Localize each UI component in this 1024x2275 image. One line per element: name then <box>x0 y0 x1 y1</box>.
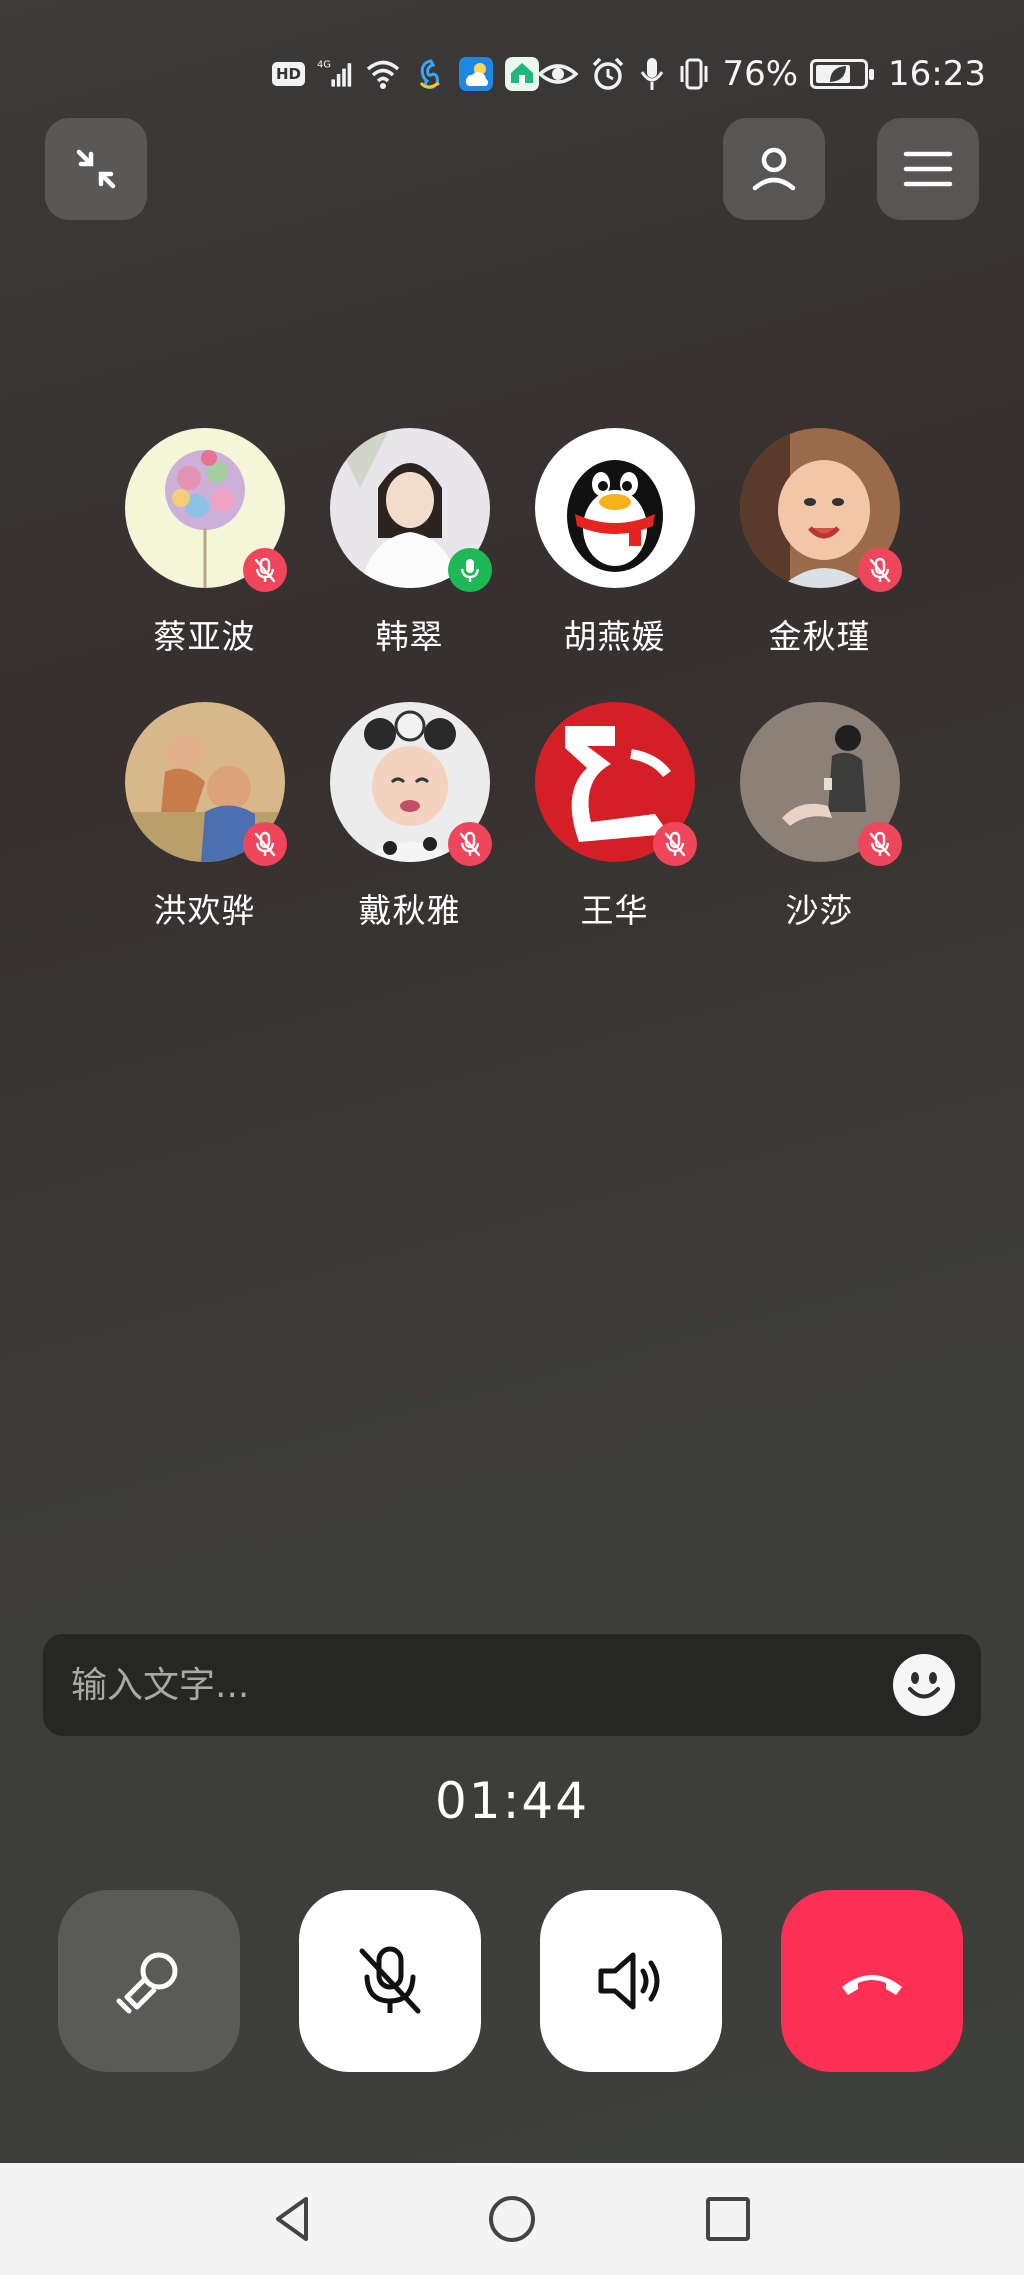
avatar <box>534 428 695 588</box>
participant-name: 韩翠 <box>375 617 444 656</box>
avatar-wrapper <box>124 702 287 866</box>
eye-comfort-icon <box>538 64 579 84</box>
smiley-icon <box>894 1655 954 1715</box>
nav-home-button[interactable] <box>482 2189 542 2249</box>
mic-status-badge <box>242 548 287 592</box>
avatar-wrapper <box>534 702 697 866</box>
avatar-wrapper <box>739 428 902 592</box>
participant-name: 王华 <box>580 891 649 930</box>
speaker-icon <box>598 1952 660 2010</box>
mic-status-badge <box>857 548 902 592</box>
mic-status-badge <box>652 822 697 866</box>
nav-recents-button[interactable] <box>698 2189 758 2249</box>
menu-button[interactable] <box>877 118 979 220</box>
vibrate-icon <box>680 58 708 90</box>
mic-status-badge <box>447 822 492 866</box>
mic-status-badge <box>447 548 492 592</box>
collapse-arrows-icon <box>76 149 116 189</box>
network-label: 4G <box>317 60 331 71</box>
system-navigation-bar <box>0 2163 1024 2275</box>
participant-tile[interactable]: 洪欢骅 <box>102 702 307 932</box>
participant-tile[interactable]: 王华 <box>512 702 717 932</box>
home-app-icon <box>505 57 540 91</box>
call-duration: 01:44 <box>434 1772 590 1830</box>
wifi-icon <box>366 60 400 89</box>
speaker-button[interactable] <box>540 1890 722 2072</box>
mic-muted-icon <box>869 557 890 583</box>
status-left-icons: HD 4G <box>272 56 540 92</box>
emoji-button[interactable] <box>893 1654 955 1716</box>
participant-tile[interactable]: 金秋瑾 <box>717 428 922 658</box>
alarm-icon <box>593 57 624 90</box>
magic-wand-icon <box>116 1952 178 2014</box>
battery-percent: 76% <box>722 54 799 94</box>
nav-back-button[interactable] <box>264 2189 324 2249</box>
participant-name: 金秋瑾 <box>768 617 871 656</box>
avatar-wrapper <box>329 702 492 866</box>
participants-button[interactable] <box>723 118 825 220</box>
participant-name: 胡燕媛 <box>563 617 666 656</box>
call-controls <box>0 1890 1024 2072</box>
participant-tile[interactable]: 蔡亚波 <box>102 428 307 658</box>
circle-home-icon <box>489 2196 535 2242</box>
participant-tile[interactable]: 戴秋雅 <box>307 702 512 932</box>
square-recents-icon <box>706 2197 750 2241</box>
avatar-wrapper <box>534 428 695 588</box>
mic-active-icon <box>460 559 479 582</box>
participant-name: 蔡亚波 <box>153 617 256 656</box>
phone-hangup-icon <box>842 1975 902 1995</box>
avatar-wrapper <box>739 702 902 866</box>
triangle-back-icon <box>276 2197 308 2241</box>
participant-grid: 蔡亚波 韩翠 胡燕媛 金秋瑾 洪欢骅 戴秋雅 王华 沙莎 <box>102 428 922 932</box>
mic-muted-icon <box>254 557 275 583</box>
cellular-signal-icon: 4G <box>317 60 352 87</box>
mic-off-icon <box>359 1946 421 2014</box>
message-input[interactable] <box>71 1664 893 1706</box>
hd-badge: HD <box>272 62 306 86</box>
participant-tile[interactable]: 胡燕媛 <box>512 428 717 658</box>
clock: 16:23 <box>888 54 986 94</box>
avatar-wrapper <box>124 428 287 592</box>
avatar-wrapper <box>329 428 492 592</box>
weather-app-icon <box>459 57 494 91</box>
hang-up-button[interactable] <box>781 1890 963 2072</box>
participant-name: 戴秋雅 <box>358 891 461 930</box>
battery-icon <box>810 59 875 89</box>
app-notification-icon-1 <box>419 59 440 89</box>
hamburger-menu-icon <box>903 151 953 187</box>
mic-status-badge <box>242 822 287 866</box>
participant-tile[interactable]: 韩翠 <box>307 428 512 658</box>
message-input-bar <box>43 1634 981 1736</box>
power-saving-leaf-icon <box>830 66 847 82</box>
status-bar: HD 4G 76% 16:23 <box>0 52 1024 104</box>
minimize-button[interactable] <box>45 118 147 220</box>
status-right-icons: 76% 16:23 <box>538 52 986 96</box>
mic-muted-icon <box>254 831 275 857</box>
microphone-in-use-icon <box>641 58 664 90</box>
mic-muted-icon <box>664 831 685 857</box>
person-icon <box>752 147 796 191</box>
mic-muted-icon <box>459 831 480 857</box>
participant-tile[interactable]: 沙莎 <box>717 702 922 932</box>
participant-name: 洪欢骅 <box>153 891 256 930</box>
mic-status-badge <box>857 822 902 866</box>
mic-muted-icon <box>869 831 890 857</box>
mute-button[interactable] <box>299 1890 481 2072</box>
effects-button[interactable] <box>58 1890 240 2072</box>
participant-name: 沙莎 <box>785 891 854 930</box>
